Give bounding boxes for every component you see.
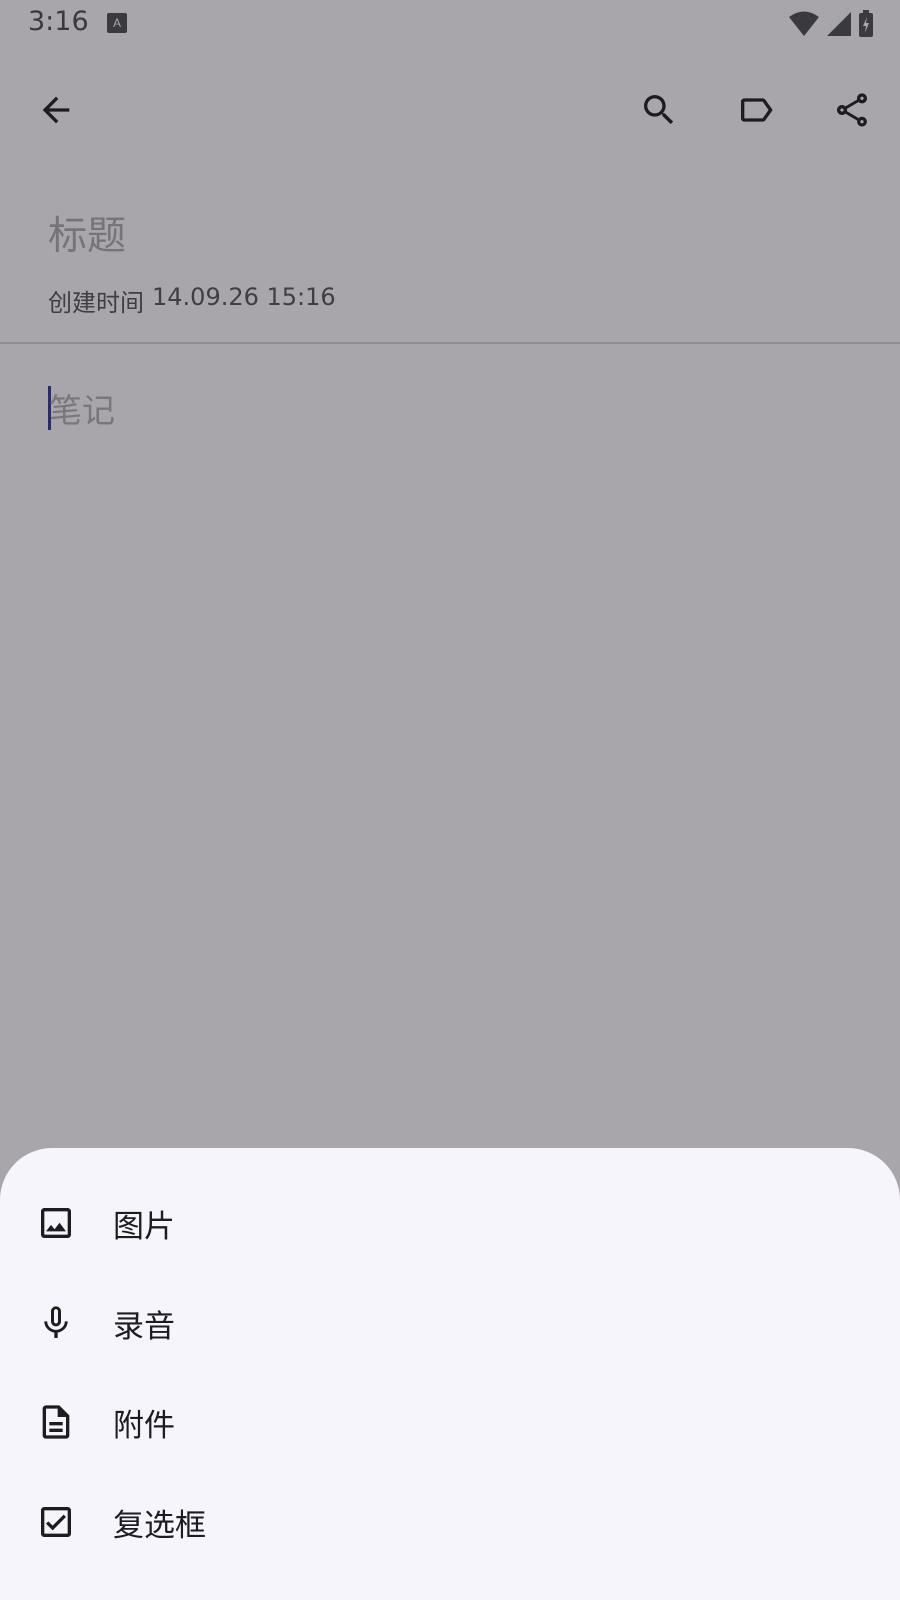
image-icon bbox=[36, 1203, 76, 1243]
created-time: 创建时间 14.09.26 15:16 bbox=[48, 283, 336, 318]
note-body-input[interactable]: 笔记 bbox=[48, 386, 115, 430]
title-input[interactable]: 标题 bbox=[48, 205, 126, 261]
sheet-item-image[interactable]: 图片 bbox=[0, 1173, 900, 1273]
top-app-bar bbox=[0, 70, 900, 154]
search-icon bbox=[639, 90, 679, 134]
sheet-item-audio[interactable]: 录音 bbox=[0, 1273, 900, 1373]
status-time: 3:16 bbox=[28, 6, 89, 37]
arrow-left-icon bbox=[36, 90, 76, 134]
sheet-item-label: 图片 bbox=[113, 1208, 175, 1245]
keyboard-a-icon: A bbox=[106, 12, 128, 34]
search-button[interactable] bbox=[631, 84, 687, 140]
share-button[interactable] bbox=[824, 84, 880, 140]
label-button[interactable] bbox=[728, 84, 784, 140]
wifi-icon bbox=[788, 10, 820, 42]
status-icons bbox=[788, 10, 874, 42]
sheet-item-label: 录音 bbox=[113, 1308, 175, 1345]
back-button[interactable] bbox=[28, 84, 84, 140]
battery-charging-icon bbox=[858, 10, 874, 42]
checkbox-icon bbox=[36, 1502, 76, 1542]
sheet-item-checkbox[interactable]: 复选框 bbox=[0, 1472, 900, 1572]
microphone-icon bbox=[36, 1303, 76, 1343]
status-bar: 3:16 A bbox=[0, 0, 900, 50]
created-value: 14.09.26 15:16 bbox=[152, 283, 336, 311]
divider bbox=[0, 342, 900, 344]
created-label: 创建时间 bbox=[48, 289, 144, 317]
svg-text:A: A bbox=[113, 16, 121, 30]
share-icon bbox=[832, 90, 872, 134]
sheet-item-label: 复选框 bbox=[113, 1507, 206, 1544]
document-icon bbox=[36, 1402, 76, 1442]
sheet-item-label: 附件 bbox=[113, 1407, 175, 1444]
label-tag-icon bbox=[736, 90, 776, 134]
signal-icon bbox=[826, 11, 852, 41]
note-body-placeholder: 笔记 bbox=[49, 391, 115, 430]
sheet-item-attachment[interactable]: 附件 bbox=[0, 1372, 900, 1472]
